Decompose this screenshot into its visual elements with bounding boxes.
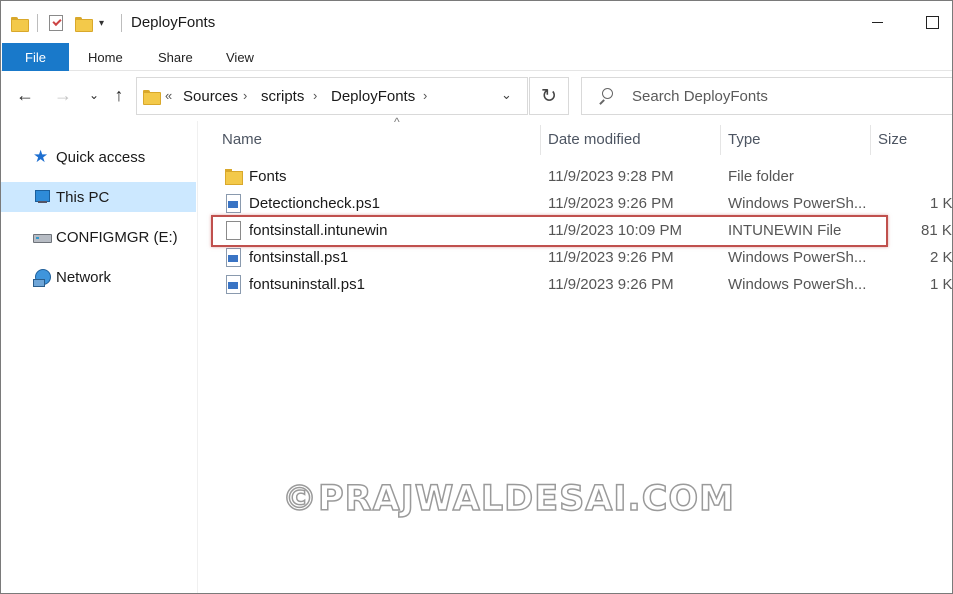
address-bar[interactable]: « Sources › scripts › DeployFonts › ⌄ [136, 77, 528, 115]
navigation-pane: ★ Quick access This PC CONFIGMGR (E:) Ne… [1, 121, 198, 593]
column-header-size[interactable]: Size [878, 121, 948, 157]
sort-ascending-icon: ^ [394, 115, 400, 129]
column-divider[interactable] [540, 125, 541, 155]
file-date: 11/9/2023 9:26 PM [548, 276, 674, 293]
minimize-button[interactable] [863, 9, 893, 37]
search-placeholder: Search DeployFonts [632, 88, 768, 105]
address-folder-icon [143, 90, 161, 105]
file-size: 1 K [930, 195, 953, 212]
sidebar-item-this-pc[interactable]: This PC [1, 182, 196, 212]
navigation-bar: ← → ⌄ ↑ « Sources › scripts › DeployFont… [1, 71, 952, 121]
file-type: File folder [728, 168, 794, 185]
recent-locations-chevron-down-icon[interactable]: ⌄ [85, 83, 103, 107]
up-arrow-icon[interactable]: ↑ [107, 83, 131, 107]
column-header-label: Date modified [548, 130, 641, 148]
file-size: 2 K [930, 249, 953, 266]
file-row[interactable]: fontsinstall.intunewin 11/9/2023 10:09 P… [211, 217, 952, 244]
column-header-type[interactable]: Type [728, 121, 868, 157]
customize-toolbar-chevron-down-icon[interactable]: ▾ [99, 12, 104, 34]
refresh-icon[interactable]: ↻ [529, 77, 569, 115]
folder-icon [225, 167, 243, 185]
file-row[interactable]: fontsinstall.ps1 11/9/2023 9:26 PM Windo… [211, 244, 953, 271]
tab-view[interactable]: View [226, 43, 254, 71]
forward-arrow-icon[interactable]: → [51, 83, 75, 107]
file-row[interactable]: fontsuninstall.ps1 11/9/2023 9:26 PM Win… [211, 271, 953, 298]
drive-icon [33, 229, 52, 245]
toolbar-divider [121, 14, 122, 32]
file-type: Windows PowerSh... [728, 195, 867, 212]
sidebar-item-label: This PC [56, 188, 110, 206]
breadcrumb-chevron-right-icon[interactable]: › [243, 88, 247, 103]
ribbon-tabs: File Home Share View [1, 43, 952, 71]
file-date: 11/9/2023 9:26 PM [548, 249, 674, 266]
sidebar-item-network[interactable]: Network [1, 262, 196, 292]
back-arrow-icon[interactable]: ← [13, 83, 37, 107]
title-bar: ▾ DeployFonts [1, 1, 952, 43]
maximize-button[interactable] [917, 9, 947, 37]
file-size: 1 K [930, 276, 953, 293]
breadcrumb-sources[interactable]: Sources [183, 88, 238, 105]
toolbar-divider [37, 14, 38, 32]
file-date: 11/9/2023 9:26 PM [548, 195, 674, 212]
powershell-file-icon [225, 194, 241, 213]
tab-share[interactable]: Share [158, 43, 193, 71]
breadcrumb-chevron-right-icon[interactable]: › [423, 88, 427, 103]
column-header-label: Type [728, 130, 761, 148]
column-header-date[interactable]: Date modified [548, 121, 718, 157]
sidebar-item-configmgr[interactable]: CONFIGMGR (E:) [1, 222, 196, 252]
breadcrumb-deployfonts[interactable]: DeployFonts [331, 88, 415, 105]
file-type: Windows PowerSh... [728, 276, 867, 293]
sidebar-item-label: Quick access [56, 148, 146, 166]
tab-home[interactable]: Home [88, 43, 123, 71]
window-title: DeployFonts [131, 14, 216, 31]
folder-icon [11, 12, 29, 34]
file-type: Windows PowerSh... [728, 249, 867, 266]
watermark: ©PRAJWALDESAI.COM [281, 478, 735, 520]
quick-access-star-icon: ★ [33, 147, 49, 166]
sidebar-item-label: CONFIGMGR (E:) [56, 228, 178, 246]
column-header-label: Name [222, 130, 263, 148]
column-header-label: Size [878, 130, 908, 148]
properties-icon[interactable] [49, 12, 63, 34]
sidebar-item-label: Network [56, 268, 112, 286]
search-input[interactable]: Search DeployFonts [581, 77, 952, 115]
file-size: 81 K [921, 222, 952, 239]
file-row[interactable]: Fonts 11/9/2023 9:28 PM File folder [211, 163, 952, 190]
file-name: fontsuninstall.ps1 [249, 276, 365, 293]
file-date: 11/9/2023 9:28 PM [548, 168, 674, 185]
this-pc-icon [33, 189, 51, 205]
breadcrumb-scripts[interactable]: scripts [261, 88, 304, 105]
file-name: fontsinstall.ps1 [249, 249, 349, 266]
file-name: fontsinstall.intunewin [249, 222, 388, 239]
file-row[interactable]: Detectioncheck.ps1 11/9/2023 9:26 PM Win… [211, 190, 953, 217]
new-folder-icon[interactable] [75, 12, 93, 34]
file-name: Fonts [249, 168, 287, 185]
column-divider[interactable] [870, 125, 871, 155]
file-list: ^ Name Date modified Type Size Fonts 11/… [199, 115, 953, 593]
breadcrumb-chevron-right-icon[interactable]: › [313, 88, 317, 103]
search-icon [598, 88, 613, 102]
column-header-name[interactable]: ^ Name [222, 115, 540, 157]
address-overflow[interactable]: « [165, 88, 172, 103]
blank-file-icon [225, 221, 241, 240]
address-history-chevron-down-icon[interactable]: ⌄ [501, 87, 512, 103]
file-name: Detectioncheck.ps1 [249, 195, 380, 212]
sidebar-item-quick-access[interactable]: ★ Quick access [1, 142, 196, 172]
column-divider[interactable] [720, 125, 721, 155]
powershell-file-icon [225, 275, 241, 294]
file-type: INTUNEWIN File [728, 222, 842, 239]
powershell-file-icon [225, 248, 241, 267]
file-date: 11/9/2023 10:09 PM [548, 222, 682, 239]
explorer-window: ▾ DeployFonts File Home Share View ← → ⌄… [0, 0, 953, 594]
network-icon [33, 269, 51, 287]
tab-file[interactable]: File [2, 43, 69, 71]
